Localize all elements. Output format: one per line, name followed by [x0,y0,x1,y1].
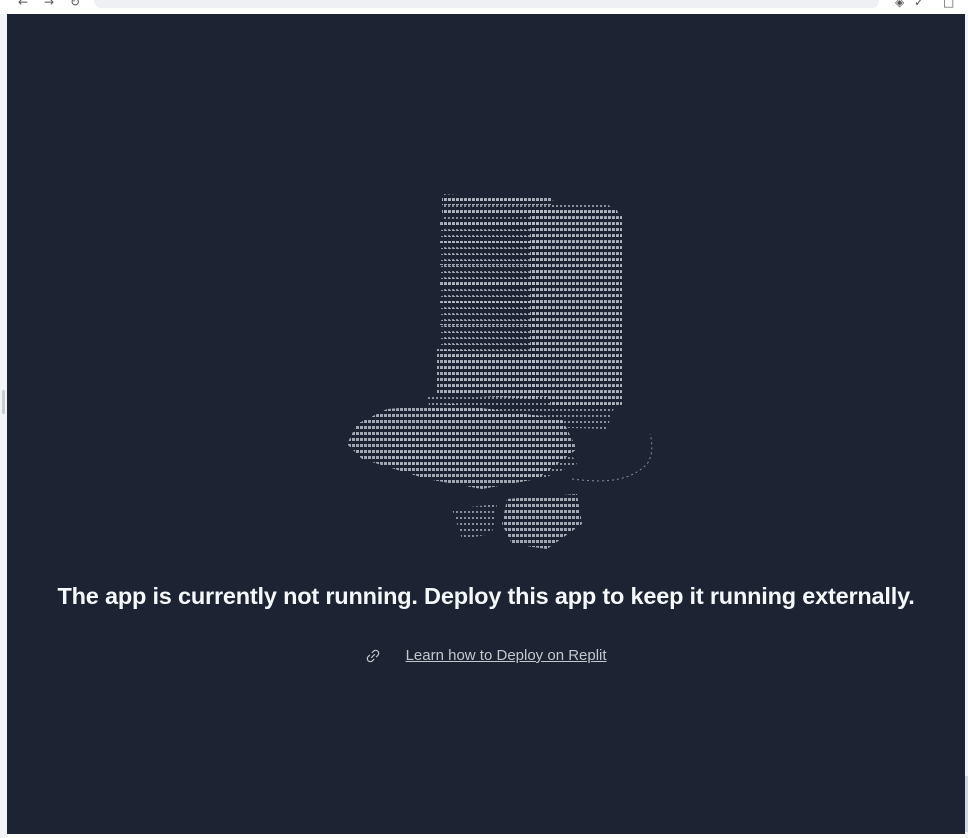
webview: The app is currently not running. Deploy… [7,14,965,834]
not-running-message: The app is currently not running. Deploy… [57,583,915,609]
left-panel-edge [0,14,7,838]
address-bar[interactable] [94,0,879,8]
link-icon [367,649,380,663]
browser-toolbar: ← → ↻ ◈ ✓ □ [0,0,968,15]
ascii-art-machine-icon [347,194,653,549]
forward-icon[interactable]: → [44,0,54,8]
reload-icon[interactable]: ↻ [70,0,80,8]
back-icon[interactable]: ← [18,0,28,8]
learn-deploy-link[interactable]: Learn how to Deploy on Replit [406,647,607,664]
pin-icon[interactable]: ✓ [914,0,924,8]
new-tab-icon[interactable]: □ [943,0,954,8]
extension-icon[interactable]: ◈ [895,0,904,8]
deploy-help-row: Learn how to Deploy on Replit [7,646,965,666]
resize-handle[interactable] [2,390,5,414]
